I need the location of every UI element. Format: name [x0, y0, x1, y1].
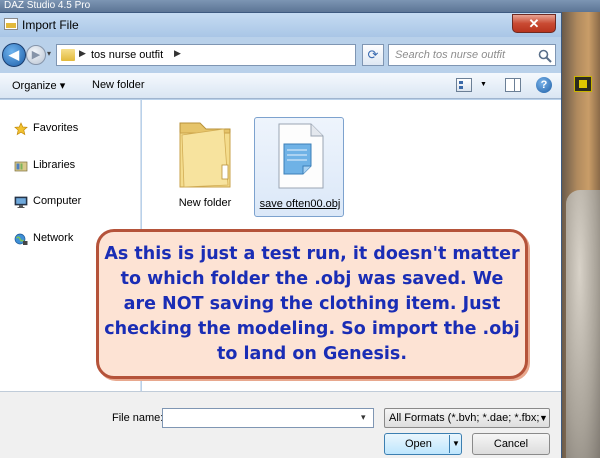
dialog-footer: File name: All Formats (*.bvh; *.dae; *.… [0, 391, 561, 458]
chevron-down-icon[interactable]: ▼ [452, 439, 460, 448]
change-view-icon[interactable] [456, 78, 472, 92]
nav-item-computer[interactable]: Computer [14, 193, 134, 211]
open-button[interactable]: Open ▼ [384, 433, 462, 455]
star-icon [14, 122, 28, 136]
search-icon[interactable] [537, 48, 553, 64]
close-button[interactable]: ✕ [512, 14, 556, 33]
help-icon[interactable]: ? [536, 77, 552, 93]
daz-menu-bar: DAZ Studio 4.5 Pro [0, 0, 600, 12]
recent-pages-dropdown[interactable]: ▾ [47, 49, 51, 58]
file-name: save often00.obj [259, 198, 341, 210]
list-item-folder[interactable]: New folder [160, 117, 250, 217]
search-input[interactable]: Search tos nurse outfit [388, 44, 556, 66]
computer-icon [14, 196, 28, 208]
nav-item-libraries[interactable]: Libraries [14, 157, 134, 175]
list-item-file[interactable]: save often00.obj [254, 117, 344, 217]
breadcrumb-chevron-icon[interactable]: ▶ [79, 48, 86, 59]
viewport-tool-icon[interactable] [574, 76, 592, 92]
file-type-value: All Formats (*.bvh; *.dae; *.fbx; [389, 412, 540, 424]
address-bar[interactable]: ▶ tos nurse outfit ▶ [56, 44, 356, 66]
dialog-titlebar[interactable]: Import File ✕ [0, 13, 561, 37]
folder-icon [61, 49, 75, 61]
folder-icon [4, 18, 18, 30]
nav-item-favorites[interactable]: Favorites [14, 120, 134, 138]
file-type-select[interactable]: All Formats (*.bvh; *.dae; *.fbx; ▼ [384, 408, 550, 428]
annotation-callout: As this is just a test run, it doesn't m… [96, 229, 528, 379]
callout-text: As this is just a test run, it doesn't m… [104, 243, 520, 364]
nav-item-label: Computer [33, 195, 82, 207]
app-title: DAZ Studio 4.5 Pro [4, 0, 91, 11]
forward-button[interactable]: ▶ [26, 45, 46, 65]
command-toolbar: Organize ▾ New folder ▼ ? [0, 73, 561, 99]
libraries-icon [14, 161, 28, 172]
file-name-label: File name: [112, 412, 164, 424]
document-icon [278, 123, 324, 189]
back-button[interactable]: ◀ [2, 43, 26, 67]
nav-item-label: Favorites [33, 122, 79, 134]
nav-item-label: Network [33, 232, 74, 244]
breadcrumb-chevron-icon[interactable]: ▶ [174, 48, 181, 59]
folder-icon [179, 122, 231, 188]
split-divider [449, 435, 450, 453]
genesis-figure [566, 190, 600, 458]
refresh-button[interactable]: ⟳ [362, 44, 384, 66]
new-folder-button[interactable]: New folder [92, 79, 145, 91]
address-row: ◀ ▶ ▾ ▶ tos nurse outfit ▶ ⟳ Search tos … [0, 39, 561, 71]
breadcrumb-folder[interactable]: tos nurse outfit [91, 49, 163, 61]
network-icon [14, 233, 28, 245]
view-options-dropdown[interactable]: ▼ [480, 81, 487, 88]
organize-button[interactable]: Organize ▾ [12, 79, 65, 92]
nav-item-label: Libraries [33, 159, 76, 171]
search-placeholder: Search tos nurse outfit [395, 49, 506, 61]
file-name-field[interactable] [162, 408, 374, 428]
chevron-down-icon: ▼ [539, 413, 548, 423]
cancel-button[interactable]: Cancel [472, 433, 550, 455]
dialog-title: Import File [22, 18, 79, 32]
file-name: New folder [178, 197, 232, 209]
open-button-label: Open [405, 438, 432, 450]
preview-pane-icon[interactable] [505, 78, 521, 92]
